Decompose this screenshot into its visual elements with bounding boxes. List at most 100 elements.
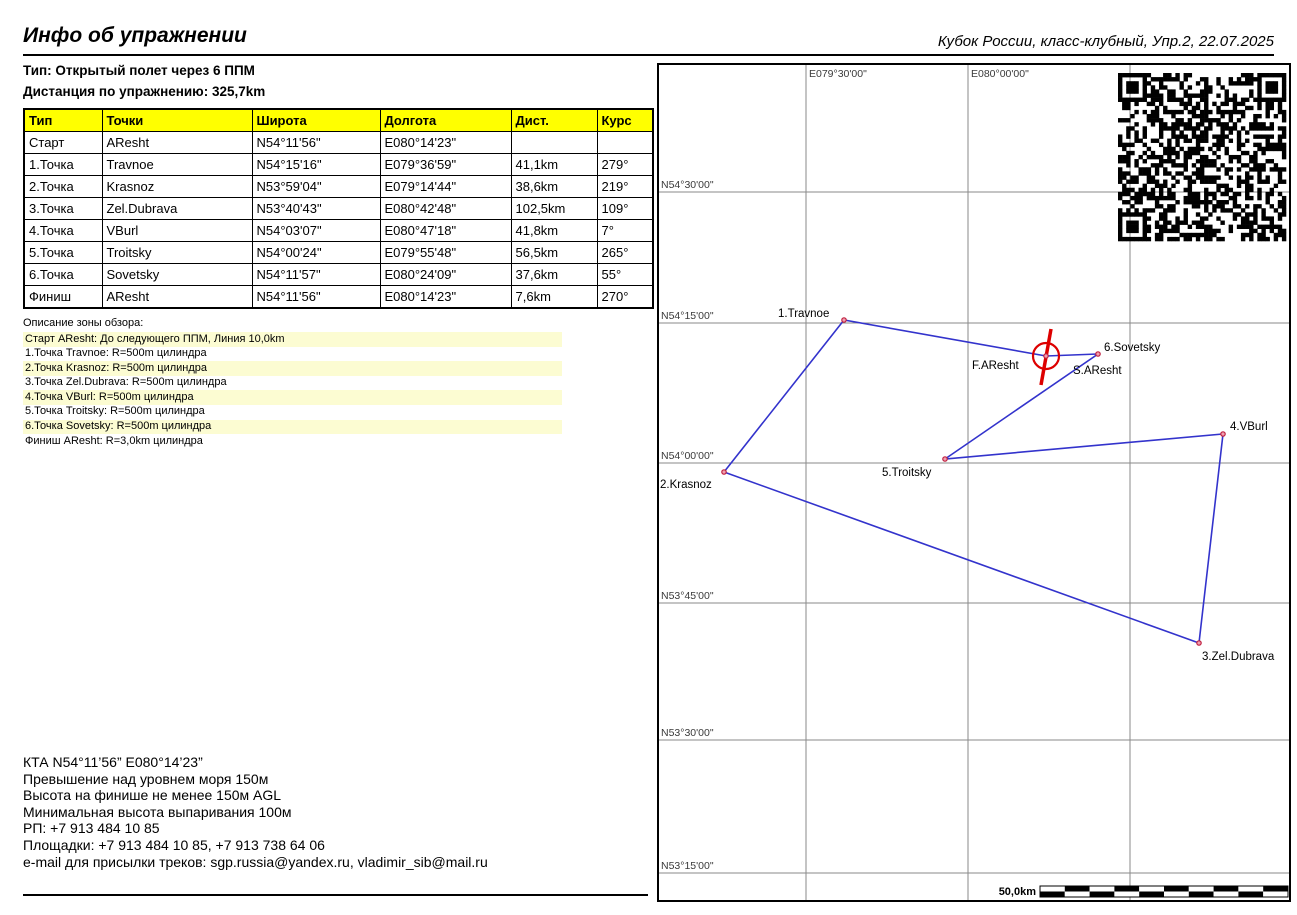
zone-line: 5.Точка Troitsky: R=500m цилиндра [23, 405, 562, 420]
table-cell: Старт [24, 132, 102, 154]
waypoint-label: 6.Sovetsky [1104, 342, 1160, 354]
table-cell: E080°24'09" [380, 264, 511, 286]
table-cell: 3.Точка [24, 198, 102, 220]
table-cell: N54°00'24" [252, 242, 380, 264]
scale-bar [1040, 886, 1288, 897]
column-header: Тип [24, 109, 102, 132]
table-row: ФинишAReshtN54°11'56"E080°14'23"7,6km270… [24, 286, 653, 309]
table-cell: 5.Точка [24, 242, 102, 264]
table-cell: N54°11'56" [252, 286, 380, 309]
waypoint-dot [842, 318, 846, 322]
table-cell: Zel.Dubrava [102, 198, 252, 220]
header-divider [23, 54, 1274, 56]
waypoint-label: 3.Zel.Dubrava [1202, 651, 1275, 663]
table-cell: VBurl [102, 220, 252, 242]
site-info-line: e-mail для присылки треков: sgp.russia@y… [23, 854, 488, 871]
table-cell: E080°14'23" [380, 286, 511, 309]
waypoint-dot [1096, 352, 1100, 356]
table-row: 3.ТочкаZel.DubravaN53°40'43"E080°42'48"1… [24, 198, 653, 220]
latitude-label: N54°00'00" [661, 450, 714, 462]
table-cell: 279° [597, 154, 653, 176]
table-cell: 1.Точка [24, 154, 102, 176]
waypoint-dot [722, 470, 726, 474]
task-distance-line: Дистанция по упражнению: 325,7km [23, 84, 265, 99]
table-cell: N54°11'56" [252, 132, 380, 154]
longitude-label: E079°30'00" [809, 68, 867, 80]
table-cell: 219° [597, 176, 653, 198]
table-row: СтартAReshtN54°11'56"E080°14'23" [24, 132, 653, 154]
column-header: Долгота [380, 109, 511, 132]
table-cell: N54°11'57" [252, 264, 380, 286]
page-title: Инфо об упражнении [23, 24, 247, 48]
table-cell: N54°15'16" [252, 154, 380, 176]
table-cell: E079°36'59" [380, 154, 511, 176]
footer-divider [23, 894, 648, 896]
longitude-label: E080°00'00" [971, 68, 1029, 80]
zone-line: 2.Точка Krasnoz: R=500m цилиндра [23, 361, 562, 376]
table-cell: 55° [597, 264, 653, 286]
table-cell: 56,5km [511, 242, 597, 264]
table-cell: 4.Точка [24, 220, 102, 242]
table-cell [511, 132, 597, 154]
table-cell: E080°14'23" [380, 132, 511, 154]
table-cell: N53°40'43" [252, 198, 380, 220]
waypoint-dot [1221, 432, 1225, 436]
table-cell: AResht [102, 286, 252, 309]
task-type-line: Тип: Открытый полет через 6 ППМ [23, 63, 255, 78]
table-cell: 6.Точка [24, 264, 102, 286]
table-cell: Sovetsky [102, 264, 252, 286]
zone-line: Старт AResht: До следующего ППМ, Линия 1… [23, 332, 562, 347]
table-cell: 109° [597, 198, 653, 220]
site-info-line: Площадки: +7 913 484 10 85, +7 913 738 6… [23, 837, 488, 854]
table-cell: Krasnoz [102, 176, 252, 198]
observation-zones-section: Описание зоны обзора: Старт AResht: До с… [23, 316, 562, 449]
waypoints-table-header-row: ТипТочкиШиротаДолготаДист.Курс [24, 109, 653, 132]
column-header: Широта [252, 109, 380, 132]
waypoint-label: 5.Troitsky [882, 467, 932, 479]
zone-line: 6.Точка Sovetsky: R=500m цилиндра [23, 420, 562, 435]
waypoints-table: ТипТочкиШиротаДолготаДист.Курс СтартARes… [23, 108, 654, 309]
table-cell: N54°03'07" [252, 220, 380, 242]
task-map: E079°30'00" E080°00'00" N54°30'00" N54°15'0… [657, 63, 1291, 902]
table-cell: Troitsky [102, 242, 252, 264]
table-cell: AResht [102, 132, 252, 154]
site-info-line: Превышение над уровнем моря 150м [23, 771, 488, 788]
table-cell: 37,6km [511, 264, 597, 286]
site-info-line: РП: +7 913 484 10 85 [23, 820, 488, 837]
latitude-label: N54°15'00" [661, 310, 714, 322]
waypoint-label: S.AResht [1073, 365, 1122, 377]
column-header: Курс [597, 109, 653, 132]
zone-line: 3.Точка Zel.Dubrava: R=500m цилиндра [23, 376, 562, 391]
site-info-line: Минимальная высота выпаривания 100м [23, 804, 488, 821]
column-header: Дист. [511, 109, 597, 132]
table-cell: E080°42'48" [380, 198, 511, 220]
table-cell: Финиш [24, 286, 102, 309]
table-row: 5.ТочкаTroitskyN54°00'24"E079°55'48"56,5… [24, 242, 653, 264]
table-cell: 270° [597, 286, 653, 309]
table-cell: 41,1km [511, 154, 597, 176]
zone-line: Финиш AResht: R=3,0km цилиндра [23, 434, 562, 449]
table-cell: E079°55'48" [380, 242, 511, 264]
column-header: Точки [102, 109, 252, 132]
table-cell: 102,5km [511, 198, 597, 220]
table-cell [597, 132, 653, 154]
table-row: 2.ТочкаKrasnozN53°59'04"E079°14'44"38,6k… [24, 176, 653, 198]
site-info-line: КТА N54°11’56” E080°14’23” [23, 754, 488, 771]
site-info-line: Высота на финише не менее 150м AGL [23, 787, 488, 804]
exercise-info-sheet: Инфо об упражнении Кубок России, класс-к… [0, 0, 1297, 915]
waypoint-label: F.AResht [972, 360, 1019, 372]
waypoint-label: 2.Krasnoz [660, 479, 712, 491]
scale-label: 50,0km [999, 886, 1037, 898]
table-row: 4.ТочкаVBurlN54°03'07"E080°47'18"41,8km7… [24, 220, 653, 242]
waypoint-dot [1197, 641, 1201, 645]
latitude-label: N54°30'00" [661, 179, 714, 191]
table-cell: 41,8km [511, 220, 597, 242]
latitude-label: N53°45'00" [661, 590, 714, 602]
table-cell: 265° [597, 242, 653, 264]
competition-subtitle: Кубок России, класс-клубный, Упр.2, 22.0… [938, 33, 1274, 50]
table-cell: N53°59'04" [252, 176, 380, 198]
table-cell: 7,6km [511, 286, 597, 309]
waypoint-dot [1044, 354, 1048, 358]
table-cell: E080°47'18" [380, 220, 511, 242]
table-cell: E079°14'44" [380, 176, 511, 198]
